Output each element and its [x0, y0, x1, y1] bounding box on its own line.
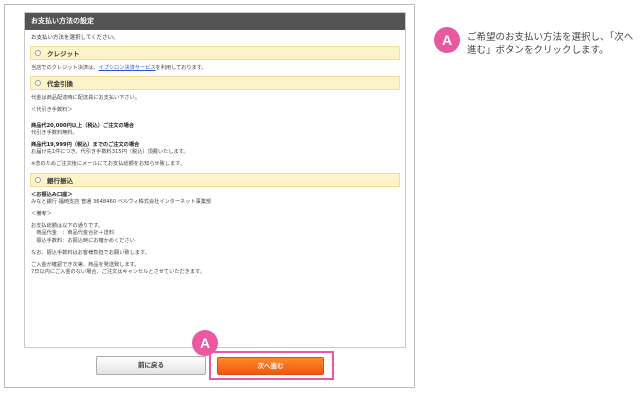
bank-line: なお、振込手数料はお客様負担でお願い致します。 [31, 249, 150, 256]
radio-cod[interactable] [35, 80, 41, 87]
cod-line: 代金は商品配達時に配達員にお支払い下さい。 [31, 95, 140, 102]
annotation-note: ご希望のお支払い方法を選択し、「次へ進む」ボタンをクリックします。 [467, 32, 634, 56]
cod-line: お届け先1件につき、代引き手数料315円（税込）頂戴いたします。 [31, 149, 189, 156]
credit-description: 当店でのクレジット決済は、イプシロン決済サービスを利用しております。 [25, 65, 405, 72]
bank-line: みなと銀行 福崎支店 普通 3648460 ベルヴィ株式会社インターネット事業部 [31, 198, 212, 205]
option-bank-transfer[interactable]: 銀行振込 [30, 172, 400, 187]
cod-line: ＜代引き手数料＞ [31, 107, 73, 114]
radio-bank-transfer[interactable] [35, 176, 41, 183]
bank-line: 振込手数料：お振込時にお確かめください [31, 237, 135, 244]
cod-line: 商品代20,000円以上（税込）ご注文の場合 [31, 122, 135, 129]
bank-line: ＜お振込み口座＞ [31, 191, 73, 198]
credit-text-after: を利用しております。 [155, 65, 207, 71]
epsilon-link[interactable]: イプシロン決済サービス [98, 65, 155, 71]
panel-title: お支払い方法の設定 [25, 13, 405, 30]
cod-line: ※念のためご注文後にメールにてお支払総額をお知らせ致します。 [31, 161, 186, 168]
next-button[interactable]: 次へ進む [217, 357, 324, 375]
bank-line: 7日以内にご入金のない場合、ご注文はキャンセルとさせていただきます。 [31, 269, 205, 276]
cod-description: 代金は商品配達時に配達員にお支払い下さい。 ＜代引き手数料＞ 商品代20,000… [25, 95, 405, 168]
cod-line: 代引き手数料無料。 [31, 129, 78, 136]
annotation-badge-button: A [192, 330, 218, 356]
option-credit[interactable]: クレジット [30, 46, 400, 60]
annotation-badge-note: A [434, 27, 460, 53]
option-bank-label: 銀行振込 [47, 176, 73, 185]
option-credit-label: クレジット [47, 50, 80, 58]
option-cod[interactable]: 代金引換 [30, 76, 400, 91]
bank-description: ＜お振込み口座＞ みなと銀行 福崎支店 普通 3648460 ベルヴィ株式会社イ… [25, 192, 405, 277]
payment-method-panel: お支払い方法の設定 お支払い方法を選択してください。 クレジット 当店でのクレジ… [24, 12, 406, 348]
option-cod-label: 代金引換 [47, 80, 73, 89]
bank-line: ＜備考＞ [31, 211, 52, 218]
intro-text: お支払い方法を選択してください。 [31, 35, 119, 41]
back-button[interactable]: 前に戻る [96, 356, 206, 375]
credit-text-before: 当店でのクレジット決済は、 [31, 65, 99, 71]
bank-line: 商品代金 ：商品代金合計＋送料 [31, 230, 115, 237]
radio-credit[interactable] [35, 50, 41, 56]
